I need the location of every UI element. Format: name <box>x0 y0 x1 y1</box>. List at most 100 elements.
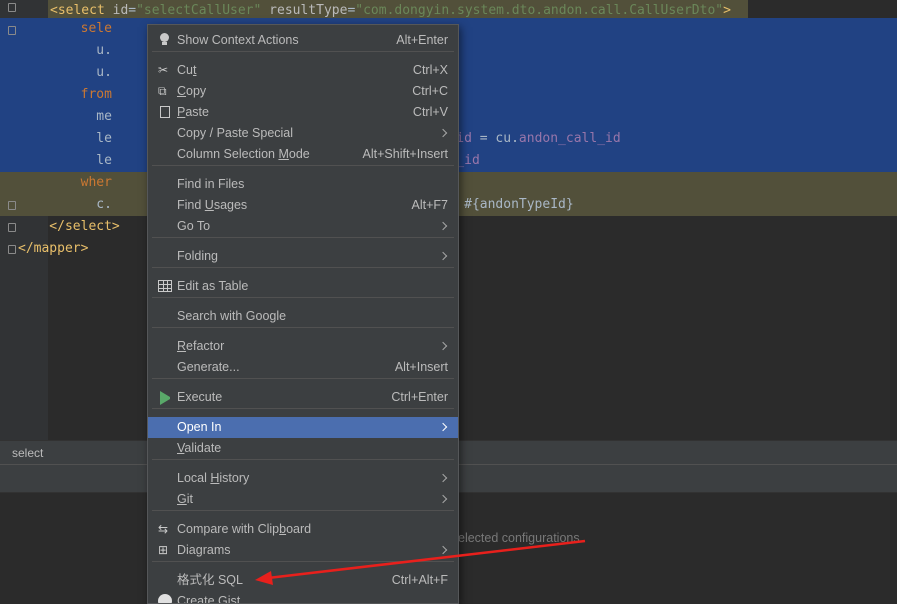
code-token: c. <box>18 197 112 212</box>
menu-item-label: Cut <box>177 63 197 77</box>
menu-separator <box>152 459 454 460</box>
run-configurations-hint: elected configurations <box>458 531 580 545</box>
menu-item-copy[interactable]: ⧉ Copy Ctrl+C <box>148 81 458 102</box>
code-token: "selectCallUser" <box>136 3 262 18</box>
menu-item-compare-with-clipboard[interactable]: ⇆ Compare with Clipboard <box>148 519 458 540</box>
bulb-icon <box>158 33 172 47</box>
menu-item-label: Column Selection Mode <box>177 147 310 161</box>
chevron-right-icon <box>438 545 448 555</box>
code-token: le <box>18 153 112 168</box>
menu-item-label: Find in Files <box>177 177 245 191</box>
menu-item-validate[interactable]: Validate <box>148 438 458 459</box>
code-token: </mapper> <box>18 241 89 256</box>
menu-item-label: Local History <box>177 471 250 485</box>
menu-item-column-selection-mode[interactable]: Column Selection Mode Alt+Shift+Insert <box>148 144 458 165</box>
code-token: = cu. <box>471 131 519 146</box>
run-icon <box>160 391 174 405</box>
code-token: "com.dongyin.system.dto.andon.call.CallU… <box>355 3 724 18</box>
menu-separator <box>152 51 454 52</box>
menu-item-shortcut: Alt+F7 <box>411 198 448 212</box>
menu-item-label: Compare with Clipboard <box>177 522 312 536</box>
code-token: le <box>18 131 112 146</box>
code-token: me <box>18 109 112 124</box>
diagram-icon: ⊞ <box>158 543 169 557</box>
menu-separator <box>152 267 454 268</box>
menu-item-create-gist[interactable]: Create Gist... <box>148 591 458 604</box>
breadcrumb-item-select[interactable]: select <box>12 446 43 460</box>
code-token: = <box>128 3 137 18</box>
menu-item-label: Diagrams <box>177 543 231 557</box>
fold-marker-icon[interactable] <box>8 245 16 254</box>
menu-item-label: Search with Google <box>177 309 287 323</box>
menu-item-execute[interactable]: Execute Ctrl+Enter <box>148 387 458 408</box>
menu-item-diagrams[interactable]: ⊞ Diagrams <box>148 540 458 561</box>
menu-item-shortcut: Alt+Shift+Insert <box>362 147 448 161</box>
chevron-right-icon <box>438 341 448 351</box>
menu-item-label: Find Usages <box>177 198 248 212</box>
menu-item-label: Paste <box>177 105 209 119</box>
menu-item-label: Go To <box>177 219 211 233</box>
context-menu: Show Context Actions Alt+Enter ✂ Cut Ctrl+X ⧉… <box>147 24 459 604</box>
copy-icon: ⧉ <box>158 84 167 98</box>
chevron-right-icon <box>438 251 448 261</box>
menu-separator <box>152 165 454 166</box>
menu-item-shortcut: Ctrl+C <box>412 84 448 98</box>
menu-item-folding[interactable]: Folding <box>148 246 458 267</box>
menu-item-refactor[interactable]: Refactor <box>148 336 458 357</box>
menu-separator <box>152 561 454 562</box>
code-token: wher <box>18 175 112 190</box>
menu-separator <box>152 408 454 409</box>
compare-icon: ⇆ <box>158 522 169 536</box>
menu-item-generate[interactable]: Generate... Alt+Insert <box>148 357 458 378</box>
code-token: </select> <box>18 219 120 234</box>
chevron-right-icon <box>438 128 448 138</box>
menu-item-local-history[interactable]: Local History <box>148 468 458 489</box>
fold-marker-icon[interactable] <box>8 3 16 12</box>
menu-item-show-context-actions[interactable]: Show Context Actions Alt+Enter <box>148 30 458 51</box>
menu-item-label: Create Gist... <box>177 594 251 604</box>
code-token: > <box>723 3 731 18</box>
menu-item-label: Generate... <box>177 360 240 374</box>
menu-item-copy-paste-special[interactable]: Copy / Paste Special <box>148 123 458 144</box>
menu-separator <box>152 510 454 511</box>
menu-item-shortcut: Ctrl+X <box>412 63 448 77</box>
menu-item-label: Copy <box>177 84 207 98</box>
menu-item-label: Git <box>177 492 193 506</box>
menu-item-label: Folding <box>177 249 218 263</box>
menu-item-label: 格式化 SQL <box>177 573 243 587</box>
menu-item-label: Execute <box>177 390 223 404</box>
table-icon <box>158 280 172 292</box>
menu-item-edit-as-table[interactable]: Edit as Table <box>148 276 458 297</box>
fold-marker-icon[interactable] <box>8 201 16 210</box>
menu-item-find-usages[interactable]: Find Usages Alt+F7 <box>148 195 458 216</box>
menu-item-open-in[interactable]: Open In <box>148 417 458 438</box>
menu-separator <box>152 327 454 328</box>
scissors-icon: ✂ <box>158 63 169 77</box>
menu-item-label: Copy / Paste Special <box>177 126 294 140</box>
menu-item-cut[interactable]: ✂ Cut Ctrl+X <box>148 60 458 81</box>
menu-item-paste[interactable]: Paste Ctrl+V <box>148 102 458 123</box>
menu-item-sql[interactable]: 格式化 SQL Ctrl+Alt+F <box>148 570 458 591</box>
code-token: u. <box>18 65 112 80</box>
menu-separator <box>152 378 454 379</box>
menu-item-label: Validate <box>177 441 222 455</box>
menu-item-shortcut: Ctrl+Alt+F <box>391 573 448 587</box>
code-token: <select <box>50 3 113 18</box>
menu-item-find-in-files[interactable]: Find in Files <box>148 174 458 195</box>
paste-icon <box>160 106 170 118</box>
menu-separator <box>152 237 454 238</box>
chevron-right-icon <box>438 221 448 231</box>
menu-item-git[interactable]: Git <box>148 489 458 510</box>
menu-item-label: Open In <box>177 420 222 434</box>
code-token: u. <box>18 43 112 58</box>
menu-item-go-to[interactable]: Go To <box>148 216 458 237</box>
github-icon <box>158 594 172 603</box>
chevron-right-icon <box>438 494 448 504</box>
fold-marker-icon[interactable] <box>8 26 16 35</box>
menu-item-shortcut: Alt+Enter <box>396 33 448 47</box>
chevron-right-icon <box>438 422 448 432</box>
fold-marker-icon[interactable] <box>8 223 16 232</box>
code-token: resultType <box>261 3 348 18</box>
menu-item-shortcut: Ctrl+V <box>412 105 448 119</box>
menu-item-search-with-google[interactable]: Search with Google <box>148 306 458 327</box>
